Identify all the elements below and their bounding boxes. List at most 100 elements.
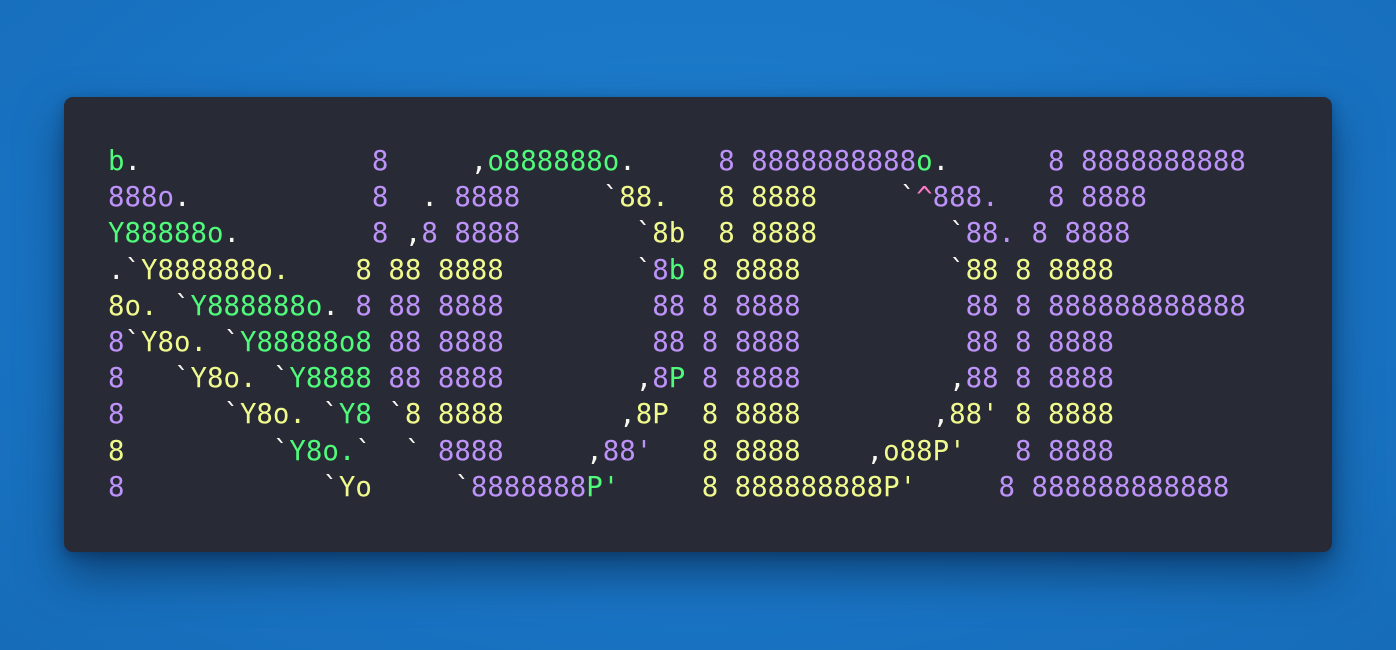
ascii-segment: `	[272, 363, 290, 395]
ascii-segment: `	[124, 435, 290, 467]
ascii-segment: 8 8888	[685, 254, 801, 286]
ascii-segment: 88 8888	[371, 326, 504, 358]
ascii-segment: 8b 8 8888	[652, 218, 818, 250]
ascii-segment: 8	[371, 146, 389, 177]
ascii-segment: 8o.	[108, 290, 174, 322]
ascii-segment: Yo	[338, 471, 372, 503]
ascii-segment: Y8o.	[141, 326, 224, 358]
ascii-segment: 8888888	[470, 471, 587, 503]
ascii-segment: `	[817, 182, 917, 214]
ascii-segment: 8 8888	[652, 435, 801, 467]
ascii-segment: `	[124, 399, 240, 431]
ascii-segment: P'	[586, 471, 620, 503]
ascii-segment: .	[932, 146, 1049, 177]
ascii-segment	[801, 291, 966, 322]
ascii-line: 888o. 8 . 8888 `88. 8 8888 `^888. 8 8888	[108, 180, 1246, 216]
ascii-segment: `	[173, 290, 191, 322]
ascii-segment: 8888	[437, 435, 504, 467]
ascii-segment: 8	[108, 399, 125, 431]
ascii-segment: `	[124, 471, 339, 503]
ascii-segment: 8	[108, 471, 125, 503]
ascii-segment: `	[520, 182, 620, 214]
ascii-segment: 8	[371, 182, 389, 214]
ascii-segment: ,	[800, 435, 884, 467]
ascii-segment: P'	[883, 471, 917, 503]
ascii-segment: .	[619, 146, 719, 177]
ascii-line: 8`Y8o. `Y88888o8 88 8888 88 8 8888 88 8 …	[108, 325, 1246, 361]
ascii-segment: .	[223, 218, 372, 250]
ascii-line: 8o. `Y888888o. 8 88 8888 88 8 8888 88 8 …	[108, 289, 1246, 325]
ascii-segment: 8	[108, 435, 125, 467]
ascii-segment: Y88888o	[108, 218, 224, 250]
ascii-segment: Y888888o.	[140, 254, 356, 286]
ascii-segment: ,	[388, 146, 488, 177]
ascii-segment: 888.	[932, 182, 1049, 214]
ascii-segment: Y8888	[289, 363, 372, 395]
ascii-line: 8 `Y8o. `Y8888 88 8888 ,8P 8 8888 ,88 8 …	[108, 361, 1246, 397]
ascii-segment: .	[124, 146, 372, 177]
ascii-segment: .	[388, 182, 455, 214]
ascii-segment: 8 8888888888	[718, 146, 917, 177]
ascii-segment: ,	[503, 435, 603, 467]
ascii-segment: 8P 8 8888	[635, 399, 801, 431]
ascii-segment: 8 88 8888	[355, 290, 504, 322]
ascii-line: 8 `Y8o.` ` 8888 ,88' 8 8888 ,o88P' 8 888…	[108, 434, 1246, 470]
ascii-segment: `	[817, 218, 966, 250]
ascii-segment: b	[108, 146, 125, 177]
ascii-segment	[801, 327, 966, 358]
ascii-segment: `	[520, 218, 653, 250]
ascii-segment: Y8o.	[239, 399, 323, 431]
ascii-segment: P	[668, 363, 686, 395]
ascii-segment: 88	[652, 290, 702, 322]
ascii-segment: `	[371, 399, 405, 431]
ascii-segment: 888o	[108, 182, 174, 214]
ascii-segment: .	[322, 290, 356, 322]
ascii-segment: `	[503, 254, 653, 286]
ascii-segment: ^	[916, 182, 933, 214]
ascii-segment: 8 8888	[1048, 182, 1147, 214]
ascii-segment: 8 888888888	[619, 471, 884, 503]
ascii-segment: 8 8888	[421, 218, 521, 250]
ascii-segment: Y888888o	[190, 290, 323, 322]
ascii-segment: 8 8888	[685, 363, 801, 395]
ascii-segment: o	[916, 146, 933, 177]
ascii-segment: 88'	[602, 435, 653, 467]
ascii-segment: Y88888o8	[239, 326, 372, 358]
ascii-segment	[504, 291, 652, 322]
ascii-segment: 88 8 8888	[965, 363, 1114, 395]
ascii-segment: `	[223, 326, 240, 358]
ascii-segment: 88 8 8888	[652, 326, 801, 358]
ascii-segment: ,	[503, 399, 636, 431]
ascii-segment: 88. 8 8888	[965, 218, 1131, 250]
ascii-segment: 8	[652, 363, 669, 395]
ascii-line: .`Y888888o. 8 88 8888 `8b 8 8888 `88 8 8…	[108, 253, 1246, 289]
ascii-segment: o888888o	[487, 146, 620, 177]
ascii-line: b. 8 ,o888888o. 8 8888888888o. 8 8888888…	[108, 144, 1246, 180]
ascii-segment: o88P'	[883, 435, 966, 467]
ascii-segment: 8888	[454, 182, 521, 214]
ascii-line: Y88888o. 8 ,8 8888 `8b 8 8888 `88. 8 888…	[108, 216, 1246, 252]
ascii-segment: 88 8 888888888888	[965, 290, 1246, 322]
ascii-segment: 8	[108, 326, 125, 358]
ascii-segment: `	[371, 471, 471, 503]
ascii-segment: 88 8 8888	[965, 254, 1114, 286]
ascii-segment: 8 8888888888	[1048, 146, 1246, 177]
ascii-line: 8 `Yo `8888888P' 8 888888888P' 8 8888888…	[108, 470, 1246, 506]
ascii-segment: 88' 8 8888	[949, 399, 1114, 431]
ascii-segment: 8 8888	[965, 435, 1114, 467]
ascii-segment: ` `	[355, 435, 438, 467]
ascii-segment: 88. 8 8888	[619, 182, 818, 214]
ascii-segment: Y8o.	[289, 435, 356, 467]
ascii-segment: 88 8888	[371, 363, 504, 395]
ascii-segment: 88 8 8888	[965, 326, 1114, 358]
ascii-segment: `	[124, 326, 142, 358]
ascii-segment: 8 888888888888	[916, 471, 1230, 503]
node-ascii-art-banner: b. 8 ,o888888o. 8 8888888888o. 8 8888888…	[108, 144, 1246, 506]
ascii-segment	[504, 327, 652, 358]
ascii-segment: 8	[652, 254, 669, 286]
ascii-segment: 8	[108, 363, 125, 395]
ascii-segment: 8 8888	[701, 290, 801, 322]
ascii-segment: b	[668, 254, 686, 286]
terminal-window: b. 8 ,o888888o. 8 8888888888o. 8 8888888…	[64, 97, 1332, 552]
ascii-segment: `	[322, 399, 339, 431]
